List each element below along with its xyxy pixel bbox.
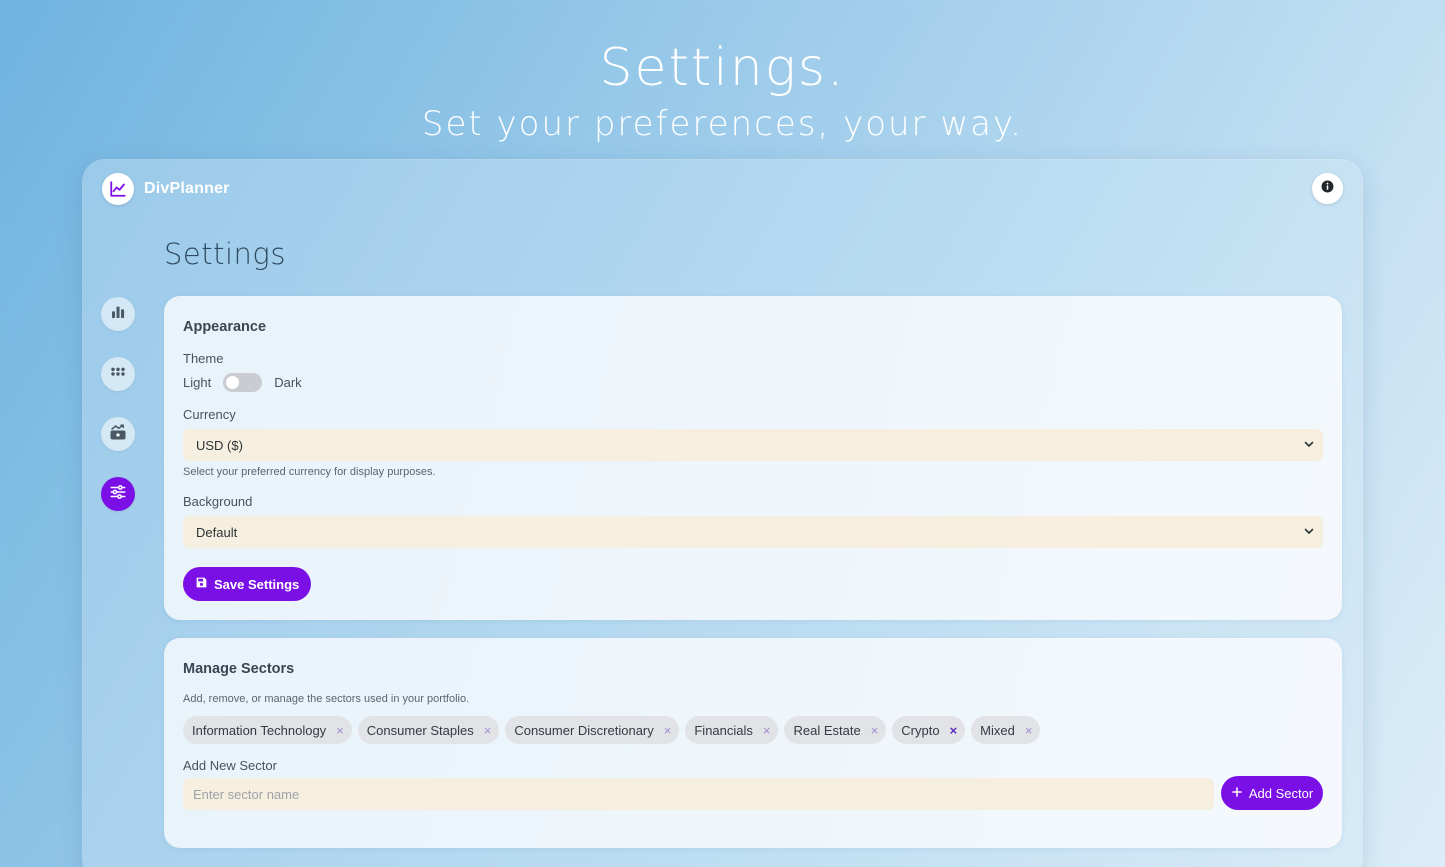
- background-select[interactable]: Default: [183, 516, 1323, 548]
- theme-dark-label: Dark: [274, 375, 302, 390]
- add-sector-label: Add New Sector: [183, 758, 277, 773]
- save-settings-button[interactable]: Save Settings: [183, 567, 312, 601]
- remove-sector-button[interactable]: ×: [1025, 724, 1033, 737]
- save-settings-label: Save Settings: [214, 576, 300, 592]
- sector-name-input[interactable]: Enter sector name: [183, 778, 1214, 810]
- page-title: Settings: [164, 237, 286, 271]
- sidebar-item-settings[interactable]: [101, 477, 135, 511]
- sidebar-nav: [101, 297, 135, 537]
- hero-subtitle: Set your preferences, your way.: [421, 104, 1024, 144]
- background-select-value: Default: [196, 524, 238, 540]
- sector-chip: Crypto ×: [892, 716, 966, 744]
- brand-name: DivPlanner: [144, 180, 230, 197]
- theme-light-label: Light: [183, 375, 212, 390]
- chevron-down-icon: [1303, 525, 1315, 540]
- currency-label: Currency: [183, 407, 236, 422]
- sector-chip-label: Financials: [694, 722, 753, 738]
- remove-sector-button[interactable]: ×: [336, 724, 344, 737]
- sector-chip-label: Real Estate: [793, 722, 861, 738]
- add-sector-button[interactable]: Add Sector: [1221, 776, 1323, 810]
- sector-chip-label: Crypto: [901, 722, 940, 738]
- theme-toggle-row: Light Dark: [183, 373, 302, 392]
- sector-chip-label: Consumer Staples: [366, 722, 474, 738]
- sector-chip: Information Technology ×: [183, 716, 352, 744]
- save-icon: [195, 576, 208, 592]
- chevron-down-icon: [1303, 438, 1315, 453]
- theme-toggle[interactable]: [223, 373, 263, 392]
- bar-chart-icon: [110, 304, 126, 325]
- sector-chip: Mixed ×: [971, 716, 1041, 744]
- sectors-hint: Add, remove, or manage the sectors used …: [183, 693, 470, 705]
- currency-hint: Select your preferred currency for displ…: [183, 466, 436, 478]
- remove-sector-button[interactable]: ×: [664, 724, 672, 737]
- remove-sector-button[interactable]: ×: [763, 724, 771, 737]
- sector-chip: Real Estate ×: [784, 716, 887, 744]
- appearance-title: Appearance: [183, 319, 267, 335]
- remove-sector-button[interactable]: ×: [484, 724, 492, 737]
- sector-chip-label: Consumer Discretionary: [514, 722, 654, 738]
- info-button[interactable]: [1312, 173, 1343, 204]
- background-label: Background: [183, 494, 253, 509]
- sector-chips: Information Technology × Consumer Staples…: [183, 716, 1041, 744]
- sliders-icon: [109, 483, 127, 506]
- sidebar-item-dividends[interactable]: [101, 417, 135, 451]
- sidebar-item-dashboard[interactable]: [101, 297, 135, 331]
- theme-label: Theme: [183, 351, 224, 366]
- appearance-card: Appearance Theme Light Dark Currency USD…: [164, 296, 1342, 620]
- sectors-title: Manage Sectors: [183, 661, 295, 677]
- remove-sector-button[interactable]: ×: [871, 724, 879, 737]
- sector-chip-label: Mixed: [980, 722, 1015, 738]
- chart-line-icon: [102, 173, 134, 205]
- sector-chip: Consumer Discretionary ×: [505, 716, 680, 744]
- sector-chip: Financials ×: [685, 716, 779, 744]
- add-sector-label: Add Sector: [1248, 785, 1314, 801]
- toggle-knob: [226, 376, 240, 389]
- sectors-card: Manage Sectors Add, remove, or manage th…: [164, 638, 1342, 848]
- remove-sector-button[interactable]: ×: [950, 724, 958, 737]
- app-window: DivPlanner Settings Appearance Theme Lig…: [83, 160, 1362, 867]
- plus-icon: [1231, 786, 1243, 801]
- hero-title: Settings.: [599, 38, 846, 98]
- sector-chip-label: Information Technology: [192, 722, 327, 738]
- grid-dots-icon: [110, 364, 126, 385]
- sidebar-item-holdings[interactable]: [101, 357, 135, 391]
- brand[interactable]: DivPlanner: [102, 173, 230, 205]
- sector-chip: Consumer Staples ×: [357, 716, 500, 744]
- money-growth-icon: [109, 423, 127, 446]
- info-icon: [1321, 180, 1334, 198]
- currency-select-value: USD ($): [196, 437, 243, 453]
- currency-select[interactable]: USD ($): [183, 429, 1323, 461]
